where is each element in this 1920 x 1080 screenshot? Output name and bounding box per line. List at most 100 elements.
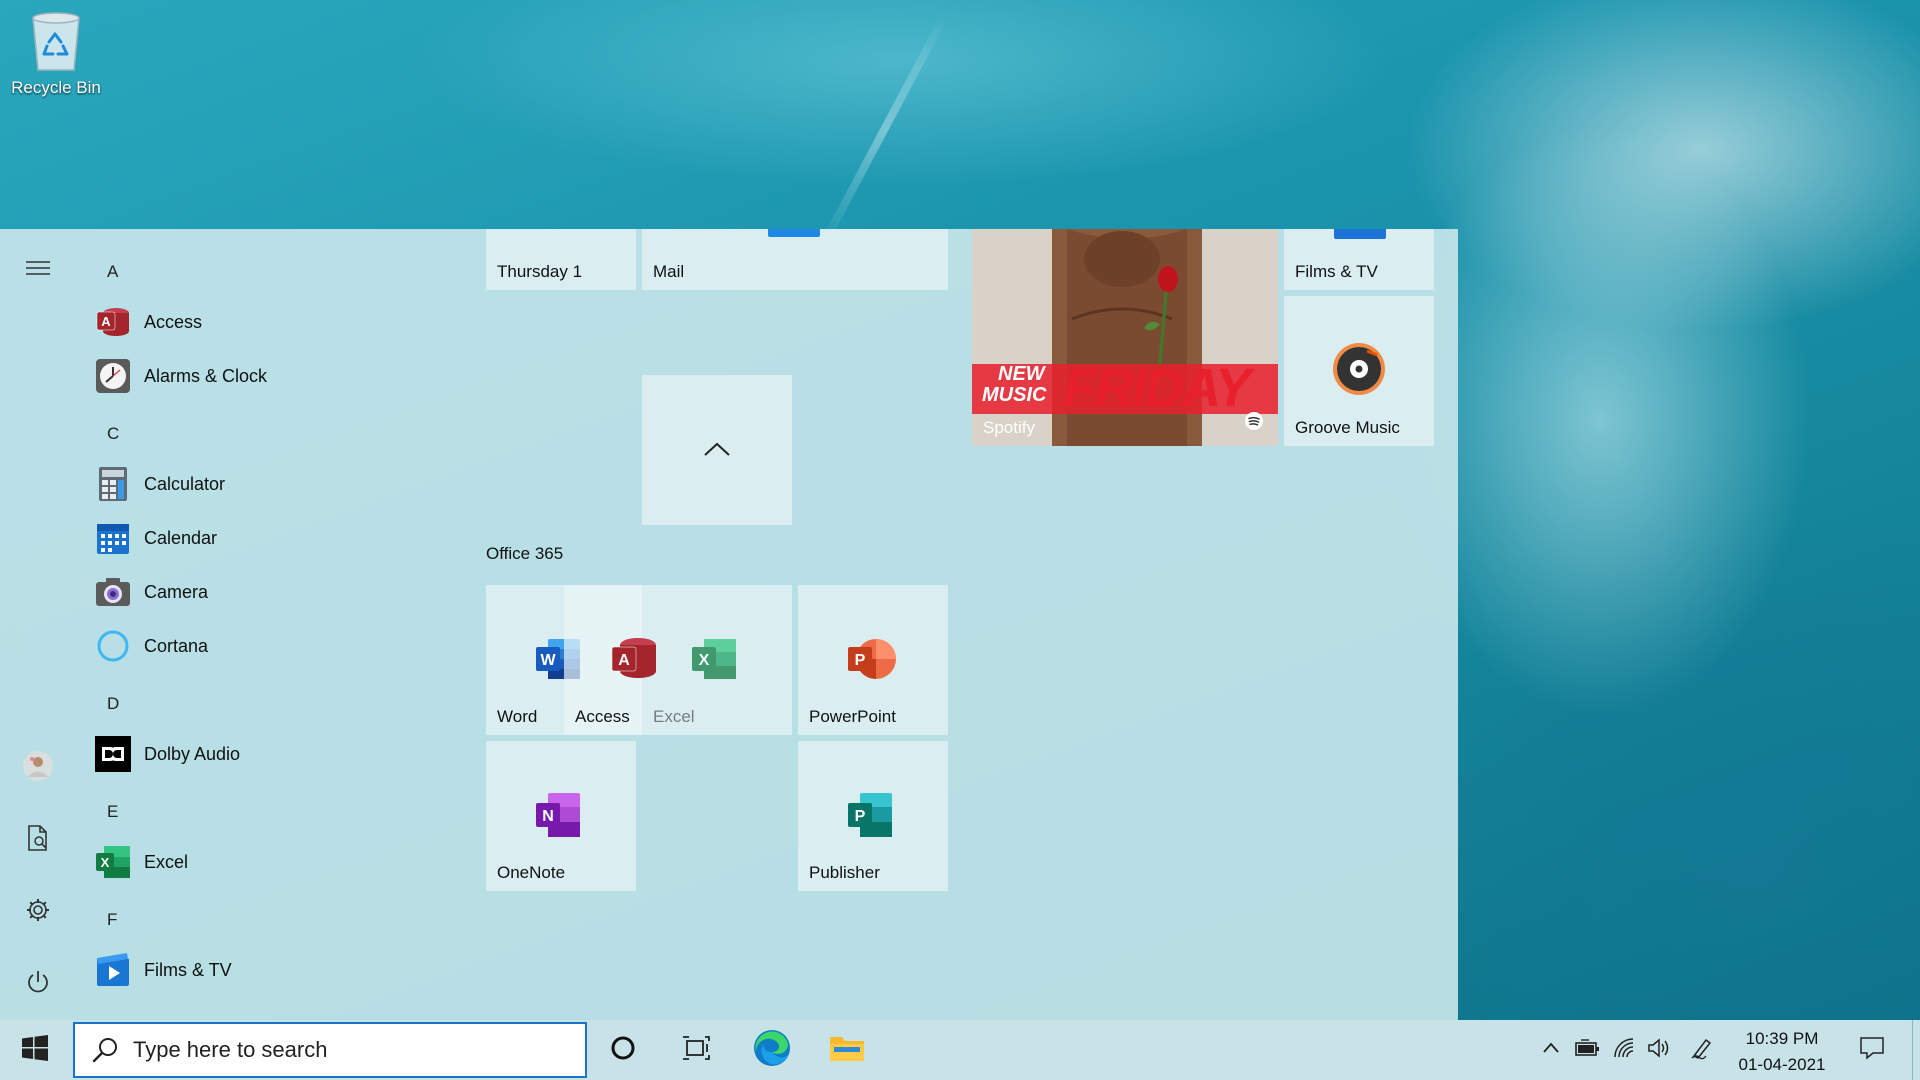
svg-text:P: P [855,808,866,825]
clock-time: 10:39 PM [1745,1029,1819,1048]
powerpoint-tile[interactable]: P PowerPoint [798,585,948,735]
dolby-icon [95,736,131,772]
spotify-banner-top: NEW [998,363,1045,385]
folder-icon [829,1033,865,1068]
start-menu: A A Access Alarms & Clock C Calculator C… [0,229,1458,1020]
publisher-icon: P [846,791,894,844]
edge-icon [752,1028,792,1073]
group-letter-a[interactable]: A [107,262,118,282]
volume-button[interactable] [1641,1020,1677,1080]
app-item-label: Camera [144,581,209,602]
chevron-up-icon [703,441,731,462]
group-letter-d[interactable]: D [107,694,119,714]
svg-text:X: X [101,855,110,870]
chevron-up-icon [1542,1041,1560,1059]
publisher-tile[interactable]: P Publisher [798,741,948,891]
notification-icon [1859,1036,1885,1065]
power-button[interactable] [12,958,64,1010]
office-group-title[interactable]: Office 365 [486,544,563,564]
show-desktop-button[interactable] [1912,1020,1920,1080]
settings-button[interactable] [12,886,64,938]
app-item-label: Dolby Audio [144,743,241,764]
app-item-films-tv[interactable]: Films & TV [90,943,430,997]
pen-icon [1690,1036,1714,1065]
cortana-button[interactable] [588,1020,658,1080]
action-center-button[interactable] [1852,1020,1892,1080]
all-apps-list: A A Access Alarms & Clock C Calculator C… [90,229,470,1020]
spotify-tile[interactable]: NEW MUSIC FRIDAY Spotify [972,229,1278,446]
document-icon [26,824,50,856]
access-icon: A [95,304,131,340]
app-item-cortana[interactable]: Cortana [90,619,430,673]
start-menu-rail [0,229,76,1020]
svg-text:X: X [699,652,710,669]
wifi-icon [1613,1037,1637,1064]
app-item-label: Excel [144,851,189,872]
clock-icon [95,358,131,394]
app-item-access[interactable]: A Access [90,295,430,349]
svg-text:A: A [618,652,630,669]
taskbar-clock[interactable]: 10:39 PM 01-04-2021 [1722,1026,1842,1076]
pen-workspace-button[interactable] [1684,1020,1720,1080]
word-tile[interactable]: W Word [486,585,580,735]
network-button[interactable] [1607,1020,1643,1080]
battery-status-button[interactable] [1570,1020,1606,1080]
show-hidden-icons-button[interactable] [1533,1020,1569,1080]
group-letter-e[interactable]: E [107,802,118,822]
clock-date: 01-04-2021 [1738,1055,1826,1074]
file-explorer-button[interactable] [812,1020,882,1080]
tile-label: Mail [653,262,685,281]
tile-label: Word [497,707,538,726]
app-item-calculator[interactable]: Calculator [90,457,430,511]
access-tile[interactable]: A Access [564,585,656,735]
app-item-calendar[interactable]: Calendar [90,511,430,565]
app-item-label: Calendar [144,527,218,548]
group-letter-f[interactable]: F [107,910,117,930]
taskbar-search-box[interactable] [73,1022,587,1078]
app-item-alarms-clock[interactable]: Alarms & Clock [90,349,430,403]
excel-icon: X [95,844,131,880]
tile-label: Groove Music [1295,418,1400,437]
documents-button[interactable] [12,814,64,866]
tile-label: Spotify [983,418,1035,437]
tile-label: Films & TV [1295,262,1378,281]
cortana-icon [95,628,131,664]
desktop-icon-recycle-bin[interactable]: Recycle Bin [6,8,106,112]
start-button[interactable] [0,1020,70,1080]
task-view-icon [681,1035,711,1066]
desktop-icon-label: Recycle Bin [11,78,101,97]
task-view-button[interactable] [661,1020,731,1080]
camera-icon [95,574,131,610]
recycle-bin-icon [29,8,83,72]
app-item-camera[interactable]: Camera [90,565,430,619]
group-letter-c[interactable]: C [107,424,119,444]
app-item-label: Alarms & Clock [144,365,268,386]
calendar-icon [95,520,131,556]
search-input[interactable] [133,1037,553,1063]
expand-menu-button[interactable] [12,244,64,296]
volume-icon [1647,1037,1671,1063]
app-item-label: Films & TV [144,959,232,980]
mail-tile[interactable]: Mail [642,229,948,290]
battery-icon [1575,1038,1601,1062]
edge-taskbar-button[interactable] [737,1020,807,1080]
calendar-tile[interactable]: Thursday 1 [486,229,636,290]
user-account-button[interactable] [12,742,64,794]
films-tv-tile[interactable]: Films & TV [1284,229,1434,290]
app-item-excel[interactable]: X Excel [90,835,430,889]
excel-tile[interactable]: X Excel [642,585,736,735]
onenote-icon: N [534,791,582,844]
svg-text:N: N [542,808,554,825]
app-item-label: Access [144,311,203,332]
avatar [22,750,54,787]
office-folder-tile[interactable]: W Word A Access X Excel [486,585,792,735]
groove-music-tile[interactable]: Groove Music [1284,296,1434,446]
powerpoint-icon: P [846,635,898,688]
taskbar: 10:39 PM 01-04-2021 [0,1020,1920,1080]
tile-label: PowerPoint [809,707,896,726]
app-item-dolby-audio[interactable]: Dolby Audio [90,727,430,781]
gear-icon [25,897,51,928]
collapse-folder-tile[interactable] [642,375,792,525]
onenote-tile[interactable]: N OneNote [486,741,636,891]
hamburger-icon [26,260,50,281]
